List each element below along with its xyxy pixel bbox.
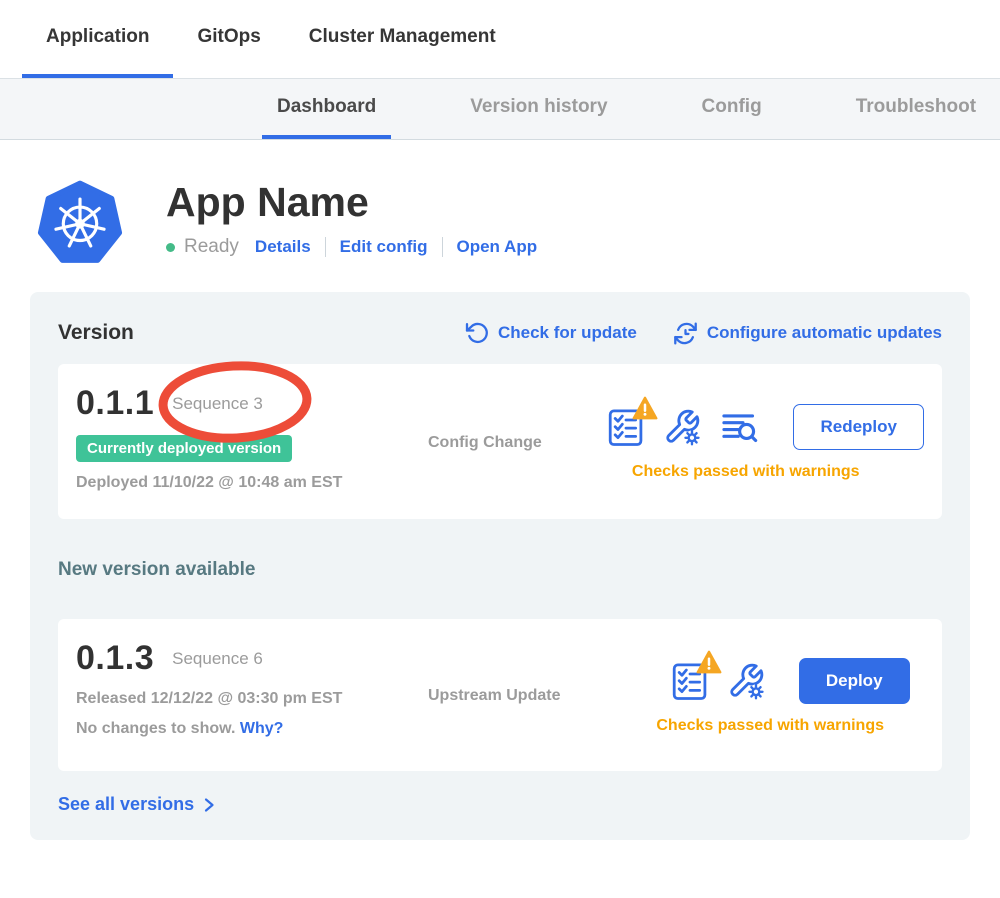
top-tab-cluster-management[interactable]: Cluster Management (285, 0, 520, 78)
released-timestamp: Released 12/12/22 @ 03:30 pm EST (76, 690, 406, 708)
app-header: App Name Ready Details Edit config Open … (36, 178, 1000, 266)
divider (442, 237, 443, 257)
config-wrench-icon[interactable] (663, 407, 701, 447)
top-nav: Application GitOps Cluster Management (0, 0, 1000, 78)
warning-triangle-icon (632, 396, 658, 420)
current-version-number: 0.1.1 (76, 384, 154, 423)
current-version-sequence: Sequence 3 (172, 394, 263, 414)
sub-tab-dashboard[interactable]: Dashboard (262, 79, 391, 139)
see-all-versions-link[interactable]: See all versions (58, 794, 216, 815)
available-version-source: Upstream Update (428, 687, 588, 705)
current-checks-status: Checks passed with warnings (632, 463, 860, 481)
chevron-right-icon (202, 797, 216, 813)
check-for-update-link[interactable]: Check for update (465, 321, 637, 345)
available-version-info: 0.1.3 Sequence 6 Released 12/12/22 @ 03:… (76, 639, 406, 738)
available-version-actions: Deploy Checks passed with warnings (656, 658, 924, 735)
top-tab-application[interactable]: Application (22, 0, 173, 78)
no-changes-text: No changes to show. (76, 720, 235, 737)
available-version-number: 0.1.3 (76, 639, 154, 678)
redeploy-button[interactable]: Redeploy (793, 404, 924, 450)
warning-triangle-icon (696, 650, 722, 674)
sub-tab-troubleshoot[interactable]: Troubleshoot (841, 79, 991, 139)
page-title: App Name (166, 180, 537, 225)
sub-tab-version-history[interactable]: Version history (455, 79, 622, 139)
no-changes-row: No changes to show. Why? (76, 720, 406, 738)
see-all-versions-label: See all versions (58, 794, 194, 815)
available-version-sequence: Sequence 6 (172, 649, 263, 669)
preflight-checks-icon[interactable] (607, 406, 645, 448)
edit-config-link[interactable]: Edit config (340, 237, 428, 257)
version-section-title: Version (58, 321, 134, 345)
current-version-row: 0.1.1 Sequence 3 Currently deployed vers… (58, 364, 942, 519)
sub-nav: Dashboard Version history Config Trouble… (0, 78, 1000, 140)
version-card-header: Version Check for update (58, 318, 942, 348)
deploy-button[interactable]: Deploy (799, 658, 910, 704)
new-version-heading: New version available (58, 559, 942, 583)
view-diff-icon[interactable] (719, 408, 759, 446)
current-version-source: Config Change (428, 434, 588, 452)
sub-tab-config[interactable]: Config (687, 79, 777, 139)
configure-automatic-updates-label: Configure automatic updates (707, 323, 942, 343)
available-version-row: 0.1.3 Sequence 6 Released 12/12/22 @ 03:… (58, 619, 942, 771)
app-status-row: Ready Details Edit config Open App (166, 236, 537, 258)
open-app-link[interactable]: Open App (457, 237, 538, 257)
details-link[interactable]: Details (255, 237, 311, 257)
app-info: App Name Ready Details Edit config Open … (166, 178, 537, 258)
auto-update-clock-icon (673, 321, 698, 346)
top-tab-gitops[interactable]: GitOps (173, 0, 284, 78)
deployed-timestamp: Deployed 11/10/22 @ 10:48 am EST (76, 474, 406, 492)
preflight-checks-icon[interactable] (671, 660, 709, 702)
kubernetes-logo-icon (36, 178, 124, 266)
why-link[interactable]: Why? (240, 720, 284, 737)
config-wrench-icon[interactable] (727, 661, 765, 701)
refresh-icon (465, 321, 489, 345)
status-badge: Ready (184, 236, 239, 258)
check-for-update-label: Check for update (498, 323, 637, 343)
version-header-actions: Check for update Configure automatic upd… (465, 321, 942, 346)
current-version-actions: Redeploy Checks passed with warnings (607, 404, 924, 481)
currently-deployed-badge: Currently deployed version (76, 435, 292, 462)
available-checks-status: Checks passed with warnings (656, 717, 884, 735)
configure-automatic-updates-link[interactable]: Configure automatic updates (673, 321, 942, 346)
current-version-info: 0.1.1 Sequence 3 Currently deployed vers… (76, 384, 406, 492)
divider (325, 237, 326, 257)
version-card: Version Check for update (30, 292, 970, 840)
status-dot-icon (166, 243, 175, 252)
